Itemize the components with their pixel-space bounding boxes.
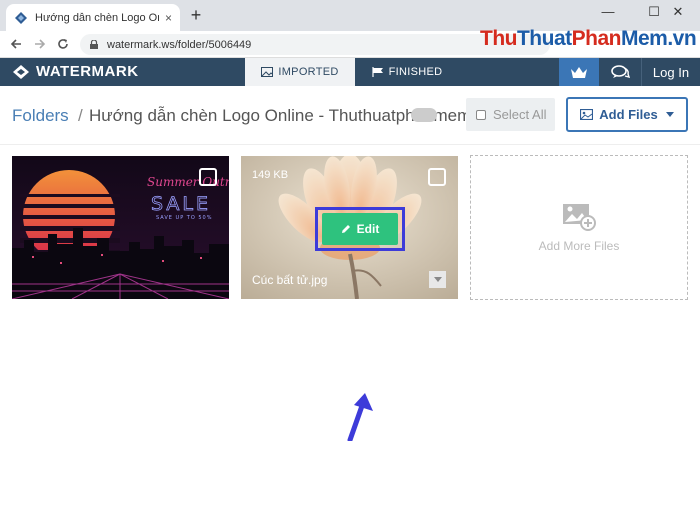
add-files-button[interactable]: Add Files (566, 97, 688, 132)
lock-icon (90, 40, 98, 49)
minimize-button[interactable]: — (585, 0, 631, 25)
url-text: watermark.ws/folder/5006449 (107, 38, 252, 51)
image-icon (261, 67, 274, 77)
pencil-icon (341, 225, 350, 233)
crown-icon (571, 66, 587, 78)
add-image-icon (563, 203, 596, 231)
edit-highlight-box: Edit (315, 207, 405, 251)
reload-icon[interactable] (53, 35, 73, 55)
new-tab-button[interactable]: + (186, 6, 206, 24)
watermark-favicon-icon (15, 11, 27, 24)
svg-text:SAVE UP TO 50%: SAVE UP TO 50% (156, 215, 213, 221)
site-watermark-brand: ThuThuatPhanMem.vn (480, 27, 697, 50)
svg-text:SALE: SALE (151, 193, 211, 215)
tab-imported[interactable]: IMPORTED (245, 58, 355, 86)
chat-bubbles-icon (611, 65, 630, 78)
checkbox-icon (476, 109, 486, 120)
file-card-flower-image[interactable]: 149 KB Edit Cúc bất tử.jpg (241, 156, 458, 299)
close-window-button[interactable]: ✕ (656, 0, 700, 25)
folder-header: Folders / Hướng dẫn chèn Logo Online - T… (0, 86, 700, 145)
chevron-down-icon (433, 277, 442, 282)
app-navbar: WATERMARK IMPORTED FINISHED Log In (0, 58, 700, 86)
select-checkbox[interactable] (428, 168, 446, 186)
flag-icon (372, 67, 383, 77)
droplet-logo-icon (13, 64, 29, 79)
forward-icon[interactable] (30, 35, 50, 55)
file-card-sale-image[interactable]: Summer Outrun SALE SAVE UP TO 50% (12, 156, 229, 299)
login-button[interactable]: Log In (641, 58, 700, 86)
select-all-button[interactable]: Select All (466, 98, 555, 131)
browser-tab[interactable]: Hướng dẫn chèn Logo Online - T × (6, 4, 180, 31)
edit-button[interactable]: Edit (322, 213, 398, 245)
add-more-label: Add More Files (538, 238, 620, 253)
tab-finished[interactable]: FINISHED (362, 58, 452, 86)
summer-sale-thumbnail: Summer Outrun SALE SAVE UP TO 50% (12, 156, 229, 299)
add-more-files-dropzone[interactable]: Add More Files (470, 155, 688, 300)
chevron-down-icon (665, 112, 674, 117)
file-grid: Summer Outrun SALE SAVE UP TO 50% (0, 146, 700, 525)
chat-button[interactable] (599, 58, 641, 86)
tab-title: Hướng dẫn chèn Logo Online - T (35, 11, 159, 24)
file-size: 149 KB (252, 169, 289, 181)
view-toggle[interactable] (411, 108, 437, 122)
back-icon[interactable] (6, 35, 26, 55)
file-menu-dropdown[interactable] (429, 271, 446, 288)
annotation-arrow-icon (347, 393, 373, 441)
file-name: Cúc bất tử.jpg (252, 273, 328, 287)
breadcrumb-separator: / (78, 106, 83, 125)
breadcrumb-folders-link[interactable]: Folders (12, 106, 69, 126)
tab-close-icon[interactable]: × (165, 11, 172, 25)
image-add-icon (580, 109, 594, 120)
watermark-logo[interactable]: WATERMARK (12, 63, 139, 80)
select-checkbox[interactable] (199, 168, 217, 186)
crown-premium-button[interactable] (559, 58, 599, 86)
